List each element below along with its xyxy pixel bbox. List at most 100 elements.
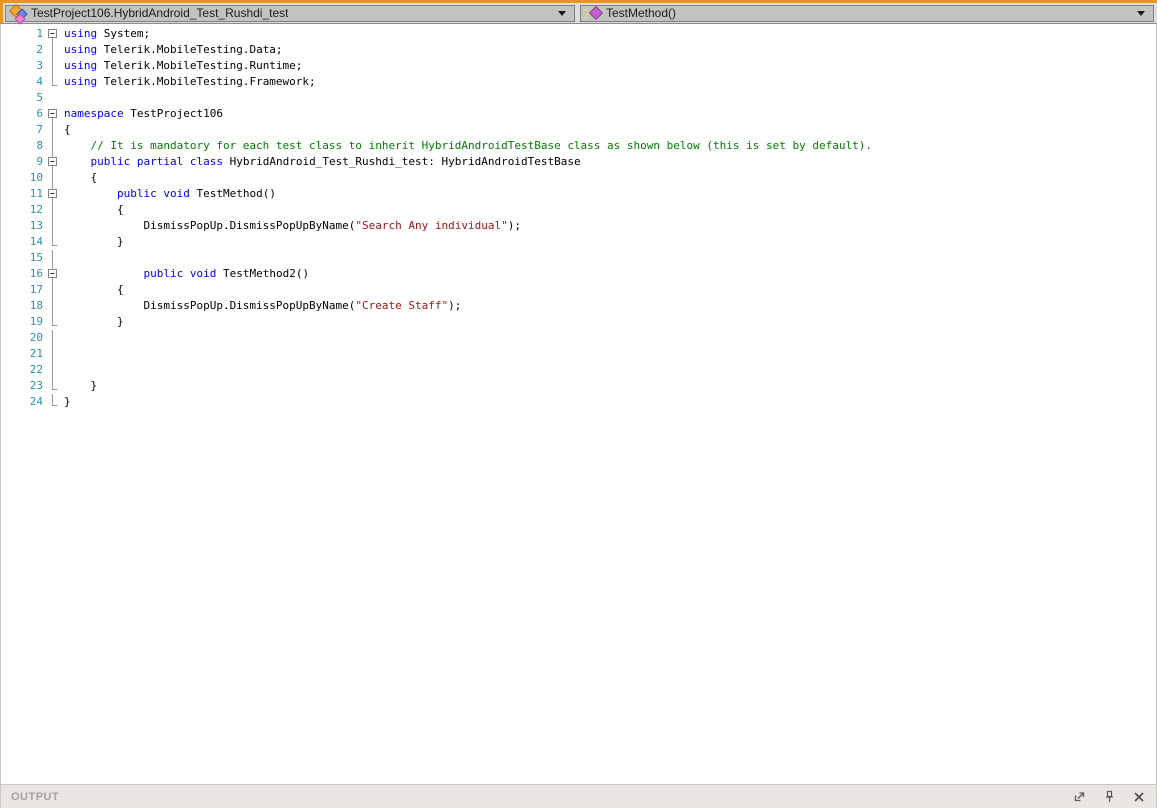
fold-guide xyxy=(43,378,64,394)
fold-guide xyxy=(43,138,64,154)
fold-guide xyxy=(43,298,64,314)
fold-guide xyxy=(43,394,64,410)
code-line[interactable]: 18 DismissPopUp.DismissPopUpByName("Crea… xyxy=(1,298,1156,314)
code-line[interactable]: 4 using Telerik.MobileTesting.Framework; xyxy=(1,74,1156,90)
fold-guide xyxy=(43,250,64,266)
class-dropdown-label: TestProject106.HybridAndroid_Test_Rushdi… xyxy=(31,6,289,20)
code-line[interactable]: 21 xyxy=(1,346,1156,362)
output-panel-header[interactable]: OUTPUT xyxy=(0,784,1157,808)
method-icon xyxy=(584,5,604,22)
fold-guide xyxy=(43,346,64,362)
line-number: 6 xyxy=(36,107,43,120)
code-line[interactable]: 14 } xyxy=(1,234,1156,250)
code-line[interactable]: 22 xyxy=(1,362,1156,378)
code-line[interactable]: 19 } xyxy=(1,314,1156,330)
chevron-down-icon[interactable] xyxy=(558,10,566,16)
code-line[interactable]: 7{ xyxy=(1,122,1156,138)
code-text: public void TestMethod2() xyxy=(143,267,310,280)
fold-guide xyxy=(43,282,64,298)
line-number: 2 xyxy=(36,43,43,56)
code-text: } xyxy=(64,395,71,408)
fold-collapse-marker[interactable] xyxy=(43,154,64,170)
fold-guide xyxy=(43,58,64,74)
line-number: 10 xyxy=(29,171,43,184)
code-text: } xyxy=(64,235,124,248)
code-line[interactable]: 12 { xyxy=(1,202,1156,218)
code-text: { xyxy=(64,123,71,136)
fold-collapse-marker[interactable] xyxy=(43,186,64,202)
code-line[interactable]: 24} xyxy=(1,394,1156,410)
code-editor[interactable]: 1 using System; 2 using Telerik.MobileTesti… xyxy=(0,24,1157,784)
fold-collapse-marker[interactable] xyxy=(43,266,64,282)
line-number: 19 xyxy=(29,315,43,328)
code-line[interactable]: 2 using Telerik.MobileTesting.Data; xyxy=(1,42,1156,58)
pin-icon[interactable] xyxy=(1102,790,1116,804)
line-number: 20 xyxy=(29,331,43,344)
line-number: 7 xyxy=(36,123,43,136)
code-line[interactable]: 20 xyxy=(1,330,1156,346)
line-number: 24 xyxy=(29,395,43,408)
line-number: 11 xyxy=(29,187,43,200)
close-icon[interactable] xyxy=(1132,790,1146,804)
code-text: public void TestMethod() xyxy=(116,187,276,200)
code-line[interactable]: 9 public partial class HybridAndroid_Tes… xyxy=(1,154,1156,170)
line-number: 3 xyxy=(36,59,43,72)
code-text: { xyxy=(64,283,124,296)
line-number: 23 xyxy=(29,379,43,392)
line-number: 5 xyxy=(36,91,43,104)
line-number: 15 xyxy=(29,251,43,264)
code-line[interactable]: 16 public void TestMethod2() xyxy=(1,266,1156,282)
code-line[interactable]: 10 { xyxy=(1,170,1156,186)
class-dropdown[interactable]: TestProject106.HybridAndroid_Test_Rushdi… xyxy=(5,3,575,25)
fold-guide xyxy=(43,234,64,250)
code-text: } xyxy=(64,379,98,392)
code-line[interactable]: 15 xyxy=(1,250,1156,266)
fold-guide xyxy=(43,218,64,234)
fold-collapse-marker[interactable] xyxy=(43,26,64,42)
fold-guide xyxy=(43,122,64,138)
fold-guide xyxy=(43,90,64,106)
code-text: DismissPopUp.DismissPopUpByName("Create … xyxy=(64,299,462,312)
line-number: 17 xyxy=(29,283,43,296)
code-text: using System; xyxy=(64,27,151,40)
code-text: DismissPopUp.DismissPopUpByName("Search … xyxy=(64,219,521,232)
code-line[interactable]: 5 xyxy=(1,90,1156,106)
fold-guide xyxy=(43,330,64,346)
line-number: 22 xyxy=(29,363,43,376)
fold-guide xyxy=(43,362,64,378)
line-number: 4 xyxy=(36,75,43,88)
line-number: 1 xyxy=(36,27,43,40)
restore-icon[interactable] xyxy=(1072,790,1086,804)
code-line[interactable]: 8 // It is mandatory for each test class… xyxy=(1,138,1156,154)
fold-guide xyxy=(43,42,64,58)
fold-guide xyxy=(43,202,64,218)
line-number: 16 xyxy=(29,267,43,280)
code-text: using Telerik.MobileTesting.Framework; xyxy=(64,75,316,88)
code-line[interactable]: 6 namespace TestProject106 xyxy=(1,106,1156,122)
output-panel-buttons xyxy=(1072,790,1146,804)
fold-guide xyxy=(43,74,64,90)
code-line[interactable]: 3 using Telerik.MobileTesting.Runtime; xyxy=(1,58,1156,74)
fold-guide xyxy=(43,170,64,186)
code-text: { xyxy=(64,203,124,216)
code-line[interactable]: 13 DismissPopUp.DismissPopUpByName("Sear… xyxy=(1,218,1156,234)
code-line[interactable]: 11 public void TestMethod() xyxy=(1,186,1156,202)
code-text: public partial class HybridAndroid_Test_… xyxy=(90,155,581,168)
code-line[interactable]: 1 using System; xyxy=(1,26,1156,42)
method-dropdown[interactable]: TestMethod() xyxy=(580,4,1154,22)
chevron-down-icon[interactable] xyxy=(1137,10,1145,16)
line-number: 8 xyxy=(36,139,43,152)
line-number: 14 xyxy=(29,235,43,248)
code-lines-container: 1 using System; 2 using Telerik.MobileTesti… xyxy=(1,26,1156,410)
fold-collapse-marker[interactable] xyxy=(43,106,64,122)
line-number: 12 xyxy=(29,203,43,216)
code-text: // It is mandatory for each test class t… xyxy=(64,139,872,152)
line-number: 21 xyxy=(29,347,43,360)
code-line[interactable]: 17 { xyxy=(1,282,1156,298)
code-line[interactable]: 23 } xyxy=(1,378,1156,394)
code-text: using Telerik.MobileTesting.Data; xyxy=(64,43,283,56)
